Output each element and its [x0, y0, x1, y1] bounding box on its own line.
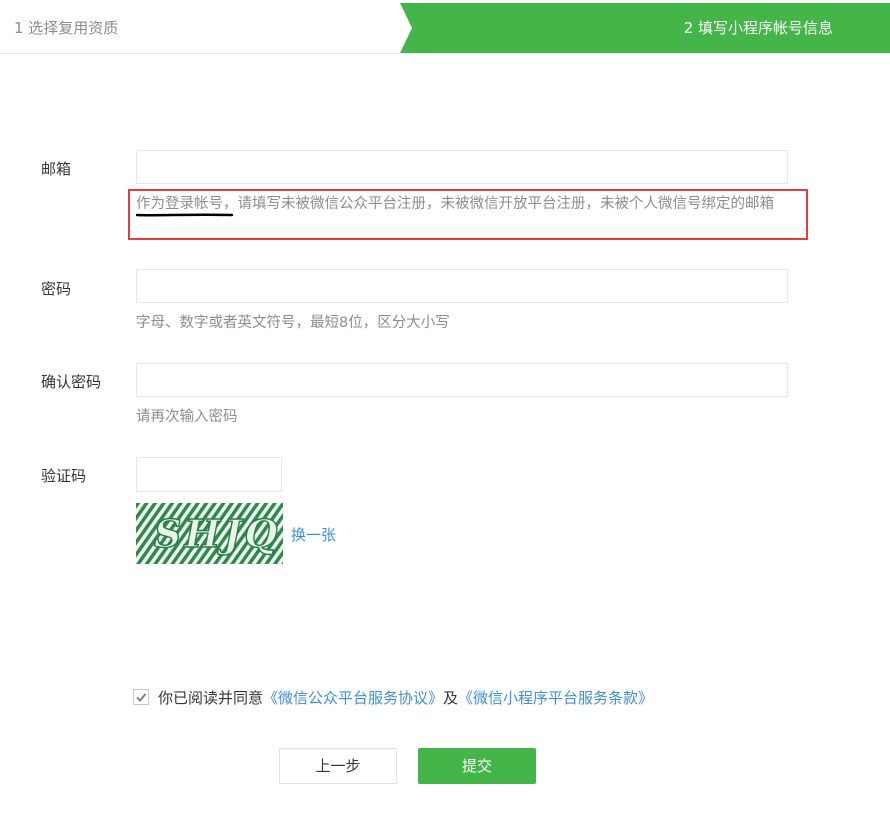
- step-2-active: 2 填写小程序帐号信息: [400, 3, 890, 53]
- step-indicator: 1 选择复用资质 2 填写小程序帐号信息: [0, 3, 890, 54]
- confirm-password-hint: 请再次输入密码: [136, 409, 238, 425]
- password-label: 密码: [41, 280, 72, 298]
- captcha-field[interactable]: [136, 457, 282, 492]
- previous-step-button[interactable]: 上一步: [279, 748, 397, 784]
- agreement-row: 你已阅读并同意 《微信公众平台服务协议》 及 《微信小程序平台服务条款》: [133, 686, 653, 708]
- password-hint: 字母、数字或者英文符号，最短8位，区分大小写: [136, 315, 450, 331]
- agreement-prefix: 你已阅读并同意: [158, 688, 264, 707]
- agreement-checkbox[interactable]: [133, 689, 149, 705]
- submit-button[interactable]: 提交: [418, 748, 536, 784]
- annotation-highlight-box: [128, 189, 808, 240]
- confirm-password-label: 确认密码: [41, 373, 102, 391]
- captcha-text: SHJQ: [154, 511, 280, 556]
- captcha-image[interactable]: SHJQ: [136, 503, 283, 564]
- refresh-captcha-link[interactable]: 换一张: [291, 524, 336, 545]
- password-field[interactable]: [136, 269, 788, 303]
- terms-link[interactable]: 《微信小程序平台服务条款》: [458, 687, 653, 708]
- agreement-and: 及: [443, 688, 459, 707]
- checkmark-icon: [136, 693, 147, 702]
- step-1-label: 1 选择复用资质: [14, 19, 119, 37]
- email-label: 邮箱: [41, 160, 72, 178]
- service-agreement-link[interactable]: 《微信公众平台服务协议》: [263, 687, 443, 708]
- step-2-label: 2 填写小程序帐号信息: [683, 19, 833, 37]
- captcha-label: 验证码: [41, 467, 87, 485]
- email-field[interactable]: [136, 150, 788, 184]
- confirm-password-field[interactable]: [136, 363, 788, 397]
